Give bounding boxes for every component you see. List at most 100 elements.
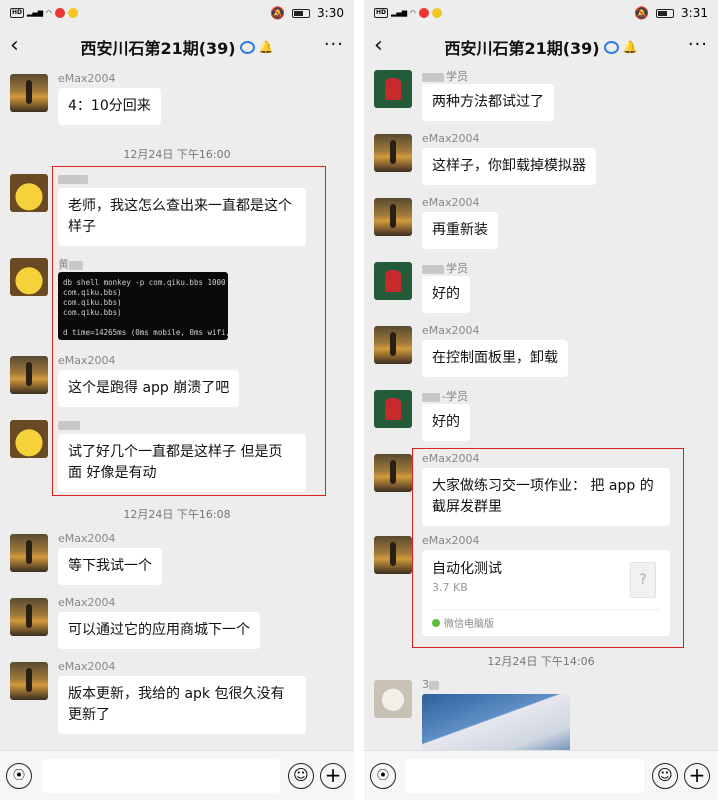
file-icon: ? — [630, 562, 656, 598]
terminal-screenshot[interactable]: db shell monkey -p com.qiku.bbs 1000 com… — [58, 272, 228, 340]
status-icons-left: HD ▂▄▆ ◠ — [10, 8, 78, 18]
avatar[interactable] — [374, 390, 412, 428]
message-list[interactable]: 学员 两种方法都试过了 eMax2004 这样子，你卸载掉模拟器 eMax200… — [364, 68, 718, 750]
avatar[interactable] — [10, 356, 48, 394]
file-name: 自动化测试 — [432, 561, 502, 577]
app-notification-icon — [431, 8, 442, 18]
message-bubble[interactable]: 试了好几个一直都是这样子 但是页面 好像是有动 — [58, 434, 306, 492]
chat-header: ‹ 西安川石第21期(39) 🔔 ··· — [0, 26, 354, 68]
app-notification-icon — [54, 8, 65, 18]
avatar[interactable] — [374, 454, 412, 492]
sender-name: 学员 — [422, 68, 468, 84]
message-input[interactable] — [406, 759, 644, 793]
battery-icon — [292, 8, 311, 18]
battery-icon — [656, 8, 675, 18]
message-bubble[interactable]: 这个是跑得 app 崩溃了吧 — [58, 370, 240, 407]
avatar[interactable] — [10, 662, 48, 700]
group-title: 西安川石第21期(39) — [444, 39, 600, 58]
avatar[interactable] — [10, 534, 48, 572]
file-source-label: 微信电脑版 — [444, 619, 494, 630]
hd-icon: HD — [10, 8, 25, 18]
mute-icon: 🔔 — [258, 40, 274, 54]
mute-icon: 🔕 — [634, 6, 650, 20]
mute-icon: 🔔 — [622, 40, 638, 54]
message-bubble[interactable]: 这样子，你卸载掉模拟器 — [422, 148, 596, 185]
hd-icon: HD — [374, 8, 389, 18]
sender-name: eMax2004 — [422, 534, 480, 547]
sender-name: eMax2004 — [422, 452, 480, 465]
sender-name: eMax2004 — [58, 354, 116, 367]
sender-name: eMax2004 — [58, 532, 116, 545]
avatar[interactable] — [10, 420, 48, 458]
status-bar: HD ▂▄▆ ◠ 🔕 3:31 — [364, 0, 718, 26]
avatar[interactable] — [374, 536, 412, 574]
message-bubble[interactable]: 好的 — [422, 404, 470, 441]
group-title: 西安川石第21期(39) — [80, 39, 236, 58]
message-bubble[interactable]: 等下我试一个 — [58, 548, 162, 585]
avatar[interactable] — [374, 326, 412, 364]
file-size: 3.7 KB — [432, 581, 468, 594]
divider — [354, 0, 364, 800]
avatar[interactable] — [10, 258, 48, 296]
sender-name: eMax2004 — [422, 196, 480, 209]
chat-title: 西安川石第21期(39) 🔔 — [80, 35, 273, 59]
avatar[interactable] — [374, 198, 412, 236]
message-input[interactable] — [42, 759, 280, 793]
avatar[interactable] — [10, 598, 48, 636]
sender-name: eMax2004 — [58, 596, 116, 609]
mute-icon: 🔕 — [270, 6, 286, 20]
back-icon[interactable]: ‹ — [374, 33, 383, 58]
file-source: 微信电脑版 — [432, 609, 660, 630]
avatar[interactable] — [374, 70, 412, 108]
sender-name — [58, 418, 82, 431]
avatar[interactable] — [374, 680, 412, 718]
input-bar: ⦿ ☺ + — [364, 750, 718, 800]
back-icon[interactable]: ‹ — [10, 33, 19, 58]
message-bubble[interactable]: 可以通过它的应用商城下一个 — [58, 612, 260, 649]
sender-name: -学员 — [422, 388, 468, 404]
avatar[interactable] — [374, 262, 412, 300]
plus-icon[interactable]: + — [684, 763, 710, 789]
avatar[interactable] — [10, 174, 48, 212]
more-icon[interactable]: ··· — [324, 34, 344, 55]
sender-name — [58, 172, 90, 185]
image-message[interactable] — [422, 694, 570, 750]
status-time: 3:31 — [681, 6, 708, 20]
status-icons-right: 🔕 3:30 — [270, 6, 344, 20]
avatar[interactable] — [374, 134, 412, 172]
message-bubble[interactable]: 版本更新，我给的 apk 包很久没有更新了 — [58, 676, 306, 734]
wifi-icon: ◠ — [46, 9, 52, 17]
wifi-icon: ◠ — [410, 9, 416, 17]
group-chat-icon — [239, 40, 255, 54]
avatar[interactable] — [10, 74, 48, 112]
plus-icon[interactable]: + — [320, 763, 346, 789]
status-time: 3:30 — [317, 6, 344, 20]
right-chat-screen: HD ▂▄▆ ◠ 🔕 3:31 ‹ 西安川石第21期(39) 🔔 ··· 学员 … — [364, 0, 718, 800]
message-bubble[interactable]: 再重新装 — [422, 212, 498, 249]
file-card[interactable]: 自动化测试 3.7 KB ? 微信电脑版 — [422, 550, 670, 636]
signal-icon: ▂▄▆ — [391, 9, 408, 17]
message-bubble[interactable]: 4：10分回来 — [58, 88, 161, 125]
message-bubble[interactable]: 好的 — [422, 276, 470, 313]
message-bubble[interactable]: 老师，我这怎么查出来一直都是这个样子 — [58, 188, 306, 246]
wechat-icon — [432, 618, 440, 627]
emoji-icon[interactable]: ☺ — [288, 763, 314, 789]
chat-header: ‹ 西安川石第21期(39) 🔔 ··· — [364, 26, 718, 68]
app-notification-icon — [418, 8, 429, 18]
voice-icon[interactable]: ⦿ — [370, 763, 396, 789]
app-notification-icon — [67, 8, 78, 18]
chat-title: 西安川石第21期(39) 🔔 — [444, 35, 637, 59]
message-list[interactable]: eMax2004 4：10分回来 12月24日 下午16:00 老师，我这怎么查… — [0, 68, 354, 750]
status-icons-right: 🔕 3:31 — [634, 6, 708, 20]
sender-name: 黄 — [58, 256, 85, 272]
timestamp: 12月24日 下午16:08 — [123, 508, 231, 521]
sender-name: eMax2004 — [422, 132, 480, 145]
emoji-icon[interactable]: ☺ — [652, 763, 678, 789]
message-bubble[interactable]: 大家做练习交一项作业： 把 app 的截屏发群里 — [422, 468, 670, 526]
more-icon[interactable]: ··· — [688, 34, 708, 55]
message-bubble[interactable]: 在控制面板里，卸载 — [422, 340, 568, 377]
voice-icon[interactable]: ⦿ — [6, 763, 32, 789]
sender-name: eMax2004 — [422, 324, 480, 337]
timestamp: 12月24日 下午16:00 — [123, 148, 231, 161]
message-bubble[interactable]: 两种方法都试过了 — [422, 84, 554, 121]
